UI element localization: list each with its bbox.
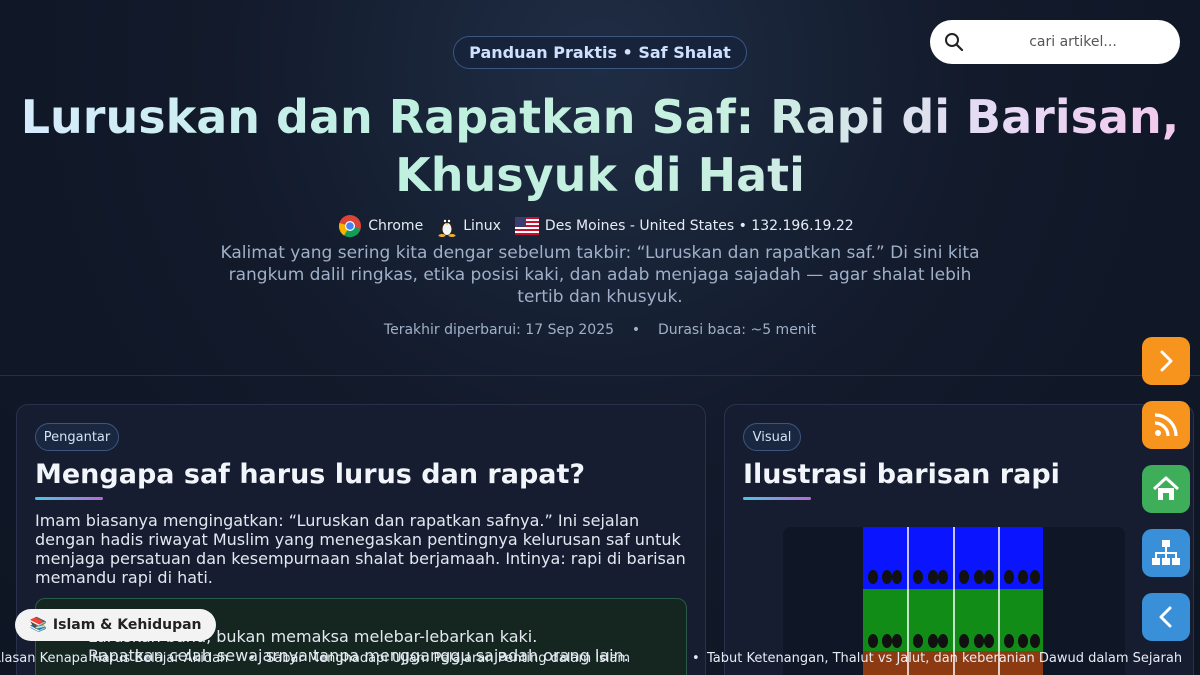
home-icon xyxy=(1152,476,1180,500)
next-button[interactable] xyxy=(1142,337,1190,385)
browser-label: Chrome xyxy=(368,218,424,234)
search-box[interactable] xyxy=(930,20,1180,64)
home-button[interactable] xyxy=(1142,465,1190,513)
us-flag-icon xyxy=(514,217,539,235)
title-line-2: Khusyuk di Hati xyxy=(395,148,805,202)
search-icon[interactable] xyxy=(944,32,964,52)
intro-body: Imam biasanya mengingatkan: “Luruskan da… xyxy=(35,511,686,587)
linux-icon xyxy=(438,219,456,237)
chevron-right-icon xyxy=(1160,350,1173,372)
title-line-1: Luruskan dan Rapatkan Saf: Rapi di Baris… xyxy=(20,90,1180,144)
intro-heading-underline xyxy=(35,497,103,500)
page-title: Luruskan dan Rapatkan Saf: Rapi di Baris… xyxy=(0,88,1200,204)
page-subtitle: Kalimat yang sering kita dengar sebelum … xyxy=(220,243,980,307)
location-label: Des Moines - United States • 132.196.19.… xyxy=(544,218,854,234)
books-icon: 📚 xyxy=(29,617,47,633)
article-meta: Terakhir diperbarui: 17 Sep 2025 • Duras… xyxy=(0,322,1200,338)
back-button[interactable] xyxy=(1142,593,1190,641)
sitemap-icon xyxy=(1152,540,1180,565)
chevron-left-icon xyxy=(1159,606,1172,628)
intro-heading: Mengapa saf harus lurus dan rapat? xyxy=(35,459,586,490)
reading-time: Durasi baca: ~5 menit xyxy=(657,322,817,338)
ticker-item[interactable]: Tabut Ketenangan, Thalut vs Jalut, dan k… xyxy=(707,651,1182,666)
category-chip-label: Islam & Kehidupan xyxy=(52,617,202,633)
os-label: Linux xyxy=(463,218,501,234)
visual-card: Visual Ilustrasi barisan rapi xyxy=(724,404,1194,675)
rss-button[interactable] xyxy=(1142,401,1190,449)
sitemap-button[interactable] xyxy=(1142,529,1190,577)
ticker-item[interactable]: Sabar Menghadapi Ujian: Pelajaran Pentin… xyxy=(266,651,630,666)
meta-separator: • xyxy=(631,322,641,338)
chrome-icon xyxy=(339,215,362,238)
category-badge[interactable]: Panduan Praktis • Saf Shalat xyxy=(453,36,747,69)
news-ticker: Alasan Kenapa Harus Belajar Akidah • Sab… xyxy=(0,649,1200,669)
ticker-bullet: • xyxy=(692,651,700,666)
search-input[interactable] xyxy=(978,28,1168,56)
last-updated: Terakhir diperbarui: 17 Sep 2025 xyxy=(383,322,615,338)
intro-tag[interactable]: Pengantar xyxy=(35,423,119,451)
ticker-item[interactable]: Alasan Kenapa Harus Belajar Akidah xyxy=(0,651,228,666)
visitor-info: Chrome Linux Des Moines - United States … xyxy=(0,214,1200,238)
visual-tag[interactable]: Visual xyxy=(743,423,801,451)
visual-heading: Ilustrasi barisan rapi xyxy=(743,459,1060,490)
rss-icon xyxy=(1154,413,1178,437)
hero-section: Panduan Praktis • Saf Shalat Luruskan da… xyxy=(0,0,1200,376)
visual-heading-underline xyxy=(743,497,811,500)
category-chip[interactable]: 📚 Islam & Kehidupan xyxy=(15,609,216,641)
ticker-bullet: • xyxy=(248,651,256,666)
